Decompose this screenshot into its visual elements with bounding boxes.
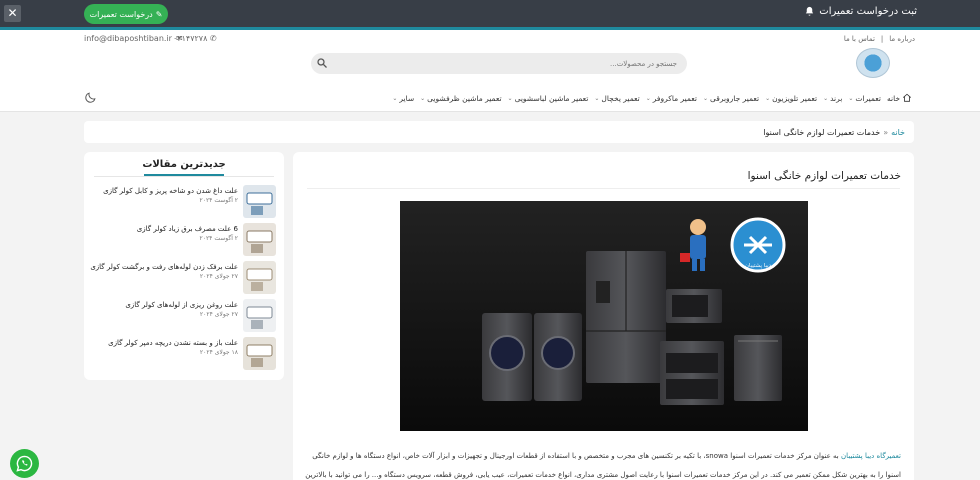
chevron-down-icon: ⌄	[702, 94, 708, 102]
intro-link[interactable]: تعمیرگاه دیبا پشتیبان	[841, 452, 901, 460]
divider	[307, 188, 900, 189]
phone-text: ۰۲۱۴۷۲۷۸	[173, 34, 208, 43]
article-thumbnail[interactable]	[243, 299, 276, 332]
main-content: خدمات تعمیرات لوازم خانگی اسنوا دیبا پشت…	[293, 152, 914, 480]
nav-item-4[interactable]: تعمیر جاروبرقی ⌄	[703, 94, 759, 103]
article-item[interactable]: 6 علت مصرف برق زیاد کولر گازی ۲ آگوست ۲۰۲…	[84, 223, 284, 259]
site-header: info@dibaposhtiban.ir ✉ ۰۲۱۴۷۲۷۸ ✆ تماس …	[0, 30, 980, 112]
sidebar-title: جدیدترین مقالات	[142, 159, 226, 170]
notice-label: ثبت درخواست تعمیرات	[819, 6, 917, 17]
hero-image: دیبا پشتیبان	[400, 201, 808, 431]
intro-text: به عنوان مرکز خدمات تعمیرات اسنوا snowa،…	[312, 452, 841, 460]
article-thumbnail[interactable]	[243, 337, 276, 370]
article-item[interactable]: علت روغن ریزی از لوله‌های کولر گازی ۲۷ جو…	[84, 299, 284, 335]
article-item[interactable]: علت باز و بسته نشدن دریچه دمپر کولر گازی…	[84, 337, 284, 373]
nav-item-9[interactable]: سایر ⌄	[392, 94, 414, 103]
chevron-down-icon: ⌄	[420, 94, 426, 102]
search-icon[interactable]	[316, 57, 328, 69]
divider	[94, 176, 274, 177]
article-item[interactable]: علت برفک زدن لوله‌های رفت و برگشت کولر گ…	[84, 261, 284, 297]
article-date: ۱۸ جولای ۲۰۲۴	[199, 349, 238, 356]
email-text: info@dibaposhtiban.ir	[84, 34, 172, 43]
nav-item-6[interactable]: تعمیر یخچال ⌄	[594, 94, 639, 103]
top-links: تماس با ما | درباره ما	[844, 35, 915, 43]
breadcrumb-home[interactable]: خانه	[891, 128, 905, 137]
chevron-down-icon: ⌄	[594, 94, 600, 102]
nav-item-label: تعمیر ماکروفر	[652, 93, 697, 103]
sidebar-latest-articles: جدیدترین مقالات علت داغ شدن دو شاخه پریز…	[84, 152, 284, 380]
nav-item-label: تعمیر جاروبرقی	[710, 93, 760, 103]
repair-request-button[interactable]: درخواست تعمیرات ✎	[84, 4, 168, 24]
article-date: ۲۷ جولای ۲۰۲۴	[199, 273, 238, 280]
about-link[interactable]: درباره ما	[889, 35, 915, 43]
article-title[interactable]: علت باز و بسته نشدن دریچه دمپر کولر گازی	[108, 339, 238, 347]
page-title: خدمات تعمیرات لوازم خانگی اسنوا	[747, 170, 901, 182]
chevron-down-icon: ⌄	[848, 94, 854, 102]
nav-item-3[interactable]: تعمیر تلویزیون ⌄	[765, 94, 817, 103]
article-title[interactable]: علت داغ شدن دو شاخه پریز و کابل کولر گاز…	[103, 187, 238, 195]
edit-icon: ✎	[155, 9, 163, 19]
chevron-down-icon: ⌄	[823, 94, 829, 102]
whatsapp-button[interactable]	[10, 449, 39, 478]
request-button-label: درخواست تعمیرات	[89, 9, 153, 19]
breadcrumb-separator: »	[883, 127, 889, 137]
whatsapp-icon	[16, 455, 33, 472]
site-logo[interactable]	[856, 48, 890, 78]
link-divider: |	[880, 35, 884, 43]
article-date: ۲۷ جولای ۲۰۲۴	[199, 311, 238, 318]
search-bar	[311, 53, 687, 74]
nav-item-label: تعمیر ماشین لباسشویی	[514, 93, 589, 103]
contact-link[interactable]: تماس با ما	[844, 35, 875, 43]
bell-icon	[806, 6, 814, 16]
article-title[interactable]: علت برفک زدن لوله‌های رفت و برگشت کولر گ…	[90, 263, 238, 271]
title-underline	[144, 174, 224, 176]
nav-item-label: سایر	[399, 93, 415, 103]
nav-item-8[interactable]: تعمیر ماشین ظرفشویی ⌄	[420, 94, 501, 103]
breadcrumb: خانه » خدمات تعمیرات لوازم خانگی اسنوا	[84, 121, 914, 143]
article-item[interactable]: علت داغ شدن دو شاخه پریز و کابل کولر گاز…	[84, 185, 284, 221]
email-link[interactable]: info@dibaposhtiban.ir ✉	[84, 34, 183, 43]
chevron-down-icon: ⌄	[507, 94, 513, 102]
article-thumbnail[interactable]	[243, 185, 276, 218]
nav-item-7[interactable]: تعمیر ماشین لباسشویی ⌄	[508, 94, 589, 103]
article-thumbnail[interactable]	[243, 261, 276, 294]
logo-caption: دیبا پشتیبان	[745, 263, 772, 269]
nav-item-label: خانه	[886, 93, 900, 103]
home-icon	[902, 93, 912, 102]
phone-link[interactable]: ۰۲۱۴۷۲۷۸ ✆	[173, 34, 217, 43]
notification-bar: ✕ درخواست تعمیرات ✎ ثبت درخواست تعمیرات	[0, 0, 980, 30]
article-title[interactable]: علت روغن ریزی از لوله‌های کولر گازی	[125, 301, 238, 309]
chevron-down-icon: ⌄	[765, 94, 771, 102]
article-date: ۲ آگوست ۲۰۲۴	[199, 197, 238, 204]
breadcrumb-current: خدمات تعمیرات لوازم خانگی اسنوا	[763, 127, 881, 137]
nav-item-label: برند	[830, 93, 843, 103]
nav-item-0[interactable]: خانه	[887, 93, 912, 103]
intro-paragraph-line2: اسنوا را به بهترین شکل ممکن تعمیر می کند…	[305, 471, 901, 479]
intro-paragraph-line1: تعمیرگاه دیبا پشتیبان به عنوان مرکز خدما…	[306, 450, 901, 462]
article-date: ۲ آگوست ۲۰۲۴	[199, 235, 238, 242]
search-input[interactable]	[347, 56, 677, 71]
nav-item-label: تعمیر یخچال	[601, 93, 640, 103]
article-title[interactable]: 6 علت مصرف برق زیاد کولر گازی	[137, 225, 238, 233]
article-thumbnail[interactable]	[243, 223, 276, 256]
chevron-down-icon: ⌄	[645, 94, 651, 102]
nav-item-2[interactable]: برند ⌄	[823, 94, 842, 103]
phone-icon: ✆	[209, 34, 217, 43]
nav-item-label: تعمیر ماشین ظرفشویی	[427, 93, 502, 103]
main-nav: خانه تعمیرات ⌄ برند ⌄ تعمیر تلویزیون ⌄ تعمیر جا…	[392, 93, 912, 103]
close-icon[interactable]: ✕	[4, 5, 21, 22]
nav-item-label: تعمیرات	[855, 93, 881, 103]
nav-item-5[interactable]: تعمیر ماکروفر ⌄	[646, 94, 697, 103]
nav-item-label: تعمیر تلویزیون	[772, 93, 818, 103]
chevron-down-icon: ⌄	[392, 94, 398, 102]
notice-text[interactable]: ثبت درخواست تعمیرات	[804, 6, 917, 17]
moon-icon[interactable]	[84, 91, 97, 104]
nav-item-1[interactable]: تعمیرات ⌄	[848, 94, 881, 103]
